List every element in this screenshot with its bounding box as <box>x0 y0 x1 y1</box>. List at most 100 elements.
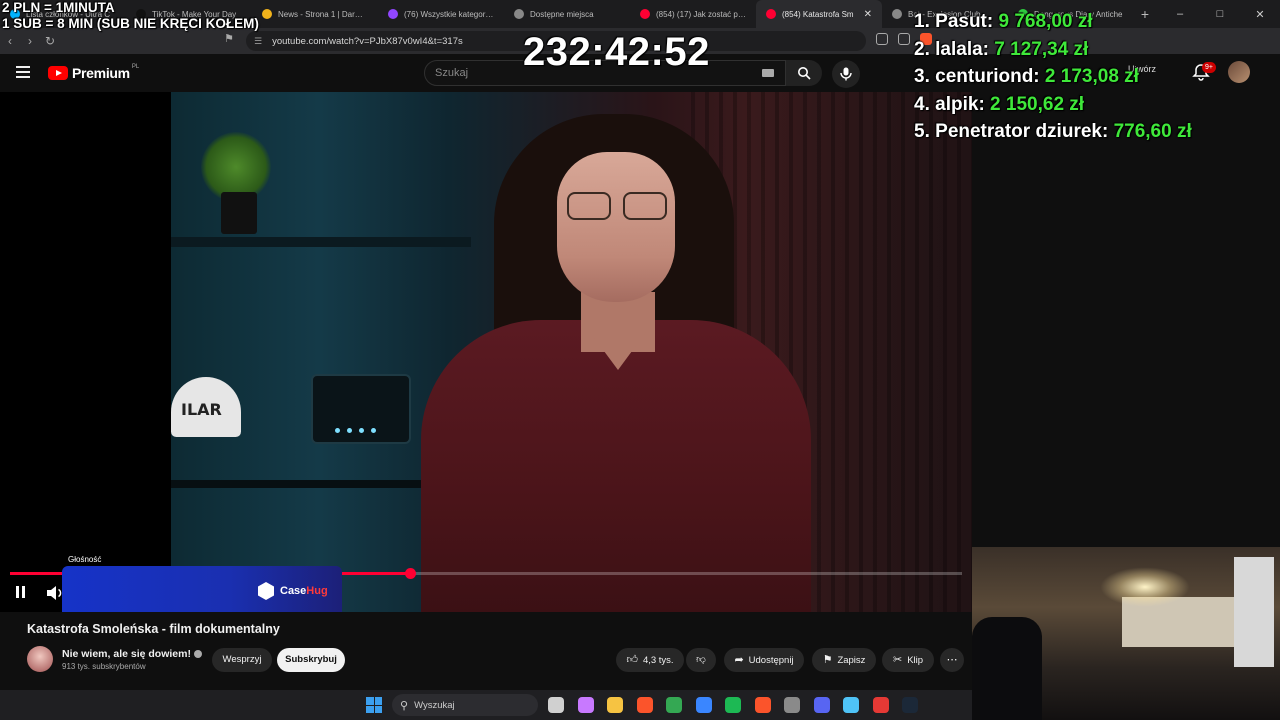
kitchen-light <box>1100 567 1190 607</box>
close-window-icon[interactable]: ✕ <box>1240 8 1280 21</box>
notifications-badge: 9+ <box>1202 62 1216 73</box>
file-explorer-icon[interactable] <box>607 697 623 713</box>
browser-tab[interactable]: (76) Wszystkie kategorie - <box>378 0 504 28</box>
verified-icon <box>193 650 202 659</box>
browser-tab[interactable]: (854) Katastrofa Sm ✕ <box>756 0 882 28</box>
copilot-icon[interactable] <box>577 697 594 713</box>
site-info-icon[interactable]: ☰ <box>254 36 262 47</box>
brave-icon[interactable] <box>636 697 653 713</box>
voice-search-button[interactable] <box>832 60 860 88</box>
video-player[interactable]: ILAR Głośność Case Hug <box>0 92 972 612</box>
maximize-icon[interactable]: □ <box>1200 8 1240 21</box>
chrome-icon[interactable] <box>666 697 682 713</box>
video-title: Katastrofa Smoleńska - film dokumentalny <box>27 622 280 636</box>
steam-icon[interactable] <box>902 697 918 713</box>
youtube-play-icon <box>48 66 68 80</box>
back-icon[interactable]: ‹ <box>0 34 20 48</box>
reload-icon[interactable]: ↻ <box>40 34 60 48</box>
webcam-feed <box>972 547 1280 720</box>
app-red-icon[interactable] <box>872 697 889 713</box>
browser-tab[interactable]: (854) (17) Jak zostać pilot <box>630 0 756 28</box>
start-icon[interactable] <box>366 697 382 713</box>
rule-line-2: 1 SUB = 8 MIN (SUB NIE KRĘCI KOŁEM) <box>2 16 259 31</box>
share-label: Udostępnij <box>748 655 794 666</box>
thumbs-down-icon: 👎︎ <box>696 654 706 665</box>
account-avatar[interactable] <box>1228 61 1250 83</box>
stream-rules-overlay: 2 PLN = 1MINUTA 1 SUB = 8 MIN (SUB NIE K… <box>2 0 259 32</box>
clip-label: Klip <box>907 655 924 666</box>
leaderboard-rank: 3. <box>914 66 930 87</box>
support-button[interactable]: Wesprzyj <box>212 648 272 672</box>
leaderboard-row: 4. alpik: 2 150,62 zł <box>914 91 1192 119</box>
subscribe-button[interactable]: Subskrybuj <box>277 648 345 672</box>
close-tab-icon[interactable]: ✕ <box>864 9 872 20</box>
menu-icon[interactable] <box>16 66 30 78</box>
microphone-icon <box>840 67 852 81</box>
progress-scrubber[interactable] <box>404 568 416 579</box>
pause-button[interactable] <box>14 585 28 599</box>
browser-tab[interactable]: News - Strona 1 | Darmow <box>252 0 378 28</box>
search-icon <box>798 67 811 80</box>
tab-favicon-icon <box>262 9 272 19</box>
youtube-region: PL <box>131 64 140 70</box>
cap-text: ILAR <box>181 400 222 419</box>
presenter-face <box>557 152 675 302</box>
notepad-icon[interactable] <box>843 697 859 713</box>
video-info: Katastrofa Smoleńska - film dokumentalny… <box>0 612 972 690</box>
video-frame: ILAR <box>171 92 972 612</box>
save-button[interactable]: ⚑ Zapisz <box>812 648 876 672</box>
bookmark-save-icon: ⚑ <box>822 654 833 666</box>
tab-favicon-icon <box>892 9 902 19</box>
taskbar-search[interactable]: ⚲ Wyszukaj <box>392 694 538 716</box>
presenter-vneck <box>581 320 655 370</box>
casehug-logo: Case Hug <box>258 582 328 600</box>
like-count: 4,3 tys. <box>642 655 674 666</box>
leaderboard-row: 2. lalala: 7 127,34 zł <box>914 36 1192 64</box>
clip-button[interactable]: ✂ Klip <box>882 648 934 672</box>
brave-active-icon[interactable] <box>754 697 771 713</box>
dislike-button[interactable]: 👎︎ <box>686 648 716 672</box>
leaderboard-rank: 1. <box>914 11 930 32</box>
browser-tab[interactable]: Dostępne miejsca <box>504 0 630 28</box>
tab-favicon-icon <box>514 9 524 19</box>
fridge <box>1234 557 1274 667</box>
leaderboard-amount: 776,60 zł <box>1113 121 1192 142</box>
keyboard-icon[interactable] <box>762 69 774 77</box>
channel-avatar[interactable] <box>27 646 53 672</box>
ad-brand-part2: Hug <box>306 585 328 597</box>
sponsor-banner[interactable]: Case Hug <box>62 566 342 612</box>
tab-label: (76) Wszystkie kategorie - <box>404 9 494 19</box>
leaderboard-name: Pasut: <box>935 11 994 32</box>
share-page-icon[interactable] <box>898 33 910 45</box>
spotify-icon[interactable] <box>725 697 741 713</box>
tab-favicon-icon <box>640 9 650 19</box>
leaderboard-name: centuriond: <box>935 66 1040 87</box>
store-icon[interactable] <box>695 697 712 713</box>
channel-name-row[interactable]: Nie wiem, ale się dowiem! <box>62 648 202 660</box>
forward-icon[interactable]: › <box>20 34 40 48</box>
casehug-cube-icon <box>258 582 274 600</box>
leaderboard-amount: 9 768,00 zł <box>998 11 1093 32</box>
like-button[interactable]: 👍︎ 4,3 tys. <box>616 648 684 672</box>
channel-name[interactable]: Nie wiem, ale się dowiem! <box>62 648 191 660</box>
presenter-glasses <box>563 192 673 222</box>
more-actions-icon[interactable]: ⋯ <box>940 648 964 672</box>
discord-icon[interactable] <box>813 697 830 713</box>
share-button[interactable]: ➦ Udostępnij <box>724 648 804 672</box>
calculator-icon[interactable] <box>784 697 800 713</box>
windows-taskbar: ⚲ Wyszukaj <box>0 690 972 720</box>
volume-tooltip: Głośność <box>64 553 106 566</box>
youtube-logo[interactable]: Premium PL <box>48 64 140 81</box>
search-button[interactable] <box>786 60 822 86</box>
tab-favicon-icon <box>766 9 776 19</box>
donation-leaderboard: 1. Pasut: 9 768,00 zł 2. lalala: 7 127,34… <box>914 8 1192 146</box>
screenshot-icon[interactable] <box>876 33 888 45</box>
bookmark-icon[interactable]: ⚑ <box>224 32 234 45</box>
gaming-chair <box>972 617 1042 720</box>
leaderboard-row: 1. Pasut: 9 768,00 zł <box>914 8 1192 36</box>
volume-icon[interactable] <box>46 585 64 601</box>
task-view-icon[interactable] <box>548 697 564 713</box>
tab-label: Dostępne miejsca <box>530 9 594 19</box>
leaderboard-name: Penetrator dziurek: <box>935 121 1109 142</box>
leaderboard-row: 3. centuriond: 2 173,08 zł <box>914 63 1192 91</box>
